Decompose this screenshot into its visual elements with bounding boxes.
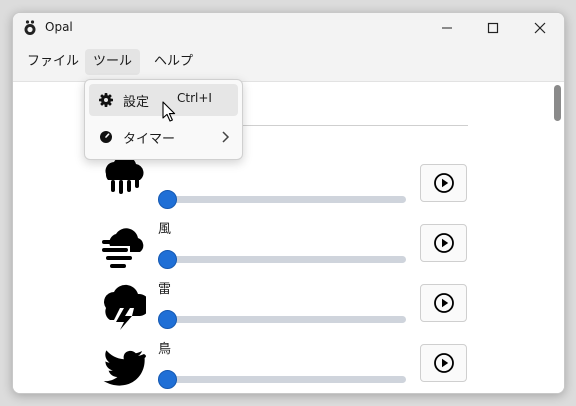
timer-icon: [100, 131, 112, 143]
volume-slider[interactable]: [158, 310, 406, 329]
play-button[interactable]: [420, 284, 467, 322]
menu-item-label: 設定: [123, 95, 150, 110]
sound-label: 風: [158, 222, 172, 237]
close-icon: [534, 22, 546, 34]
chevron-right-icon: [222, 131, 230, 143]
wind-icon: [102, 228, 144, 268]
menu-help[interactable]: ヘルプ: [146, 49, 201, 75]
volume-slider[interactable]: [158, 190, 406, 209]
sound-row: [13, 155, 553, 224]
play-button[interactable]: [420, 344, 467, 382]
scrollbar-thumb[interactable]: [554, 85, 561, 121]
slider-thumb[interactable]: [158, 310, 177, 329]
slider-track: [158, 316, 406, 323]
minimize-button[interactable]: [424, 13, 470, 43]
bird-icon: [103, 350, 146, 386]
slider-thumb[interactable]: [158, 370, 177, 389]
menu-file[interactable]: ファイル: [19, 49, 87, 75]
thunderstorm-icon: [104, 284, 146, 330]
play-icon: [433, 173, 454, 193]
slider-thumb[interactable]: [158, 190, 177, 209]
sound-row: 鳥: [13, 342, 553, 393]
menu-bar: ファイル ツール ヘルプ: [13, 43, 564, 82]
play-icon: [433, 233, 454, 253]
opal-app-icon: [24, 20, 36, 35]
slider-track: [158, 256, 406, 263]
title-bar[interactable]: Opal: [13, 13, 564, 43]
play-icon: [433, 293, 454, 313]
shortcut-label: Ctrl+I: [177, 91, 212, 105]
volume-slider[interactable]: [158, 250, 406, 269]
sound-label: 雷: [158, 282, 172, 297]
maximize-icon: [487, 22, 499, 34]
gear-icon: [99, 93, 113, 107]
minimize-icon: [442, 27, 452, 29]
sound-row: 雷: [13, 282, 553, 344]
close-button[interactable]: [517, 13, 563, 43]
volume-slider[interactable]: [158, 370, 406, 389]
play-button[interactable]: [420, 224, 467, 262]
sound-row: 風: [13, 222, 553, 284]
slider-thumb[interactable]: [158, 250, 177, 269]
maximize-button[interactable]: [470, 13, 516, 43]
menu-item-label: タイマー: [123, 132, 176, 147]
play-button[interactable]: [420, 164, 467, 202]
menu-item-timer[interactable]: タイマー: [89, 121, 238, 153]
sound-label: 鳥: [158, 342, 172, 357]
slider-track: [158, 376, 406, 383]
mouse-cursor-icon: [162, 101, 176, 122]
slider-track: [158, 196, 406, 203]
play-icon: [433, 353, 454, 373]
app-window: Opal ファイル ツール ヘルプ 風 雷 鳥: [12, 12, 565, 394]
menu-tools[interactable]: ツール: [85, 49, 141, 75]
window-title: Opal: [45, 20, 73, 34]
